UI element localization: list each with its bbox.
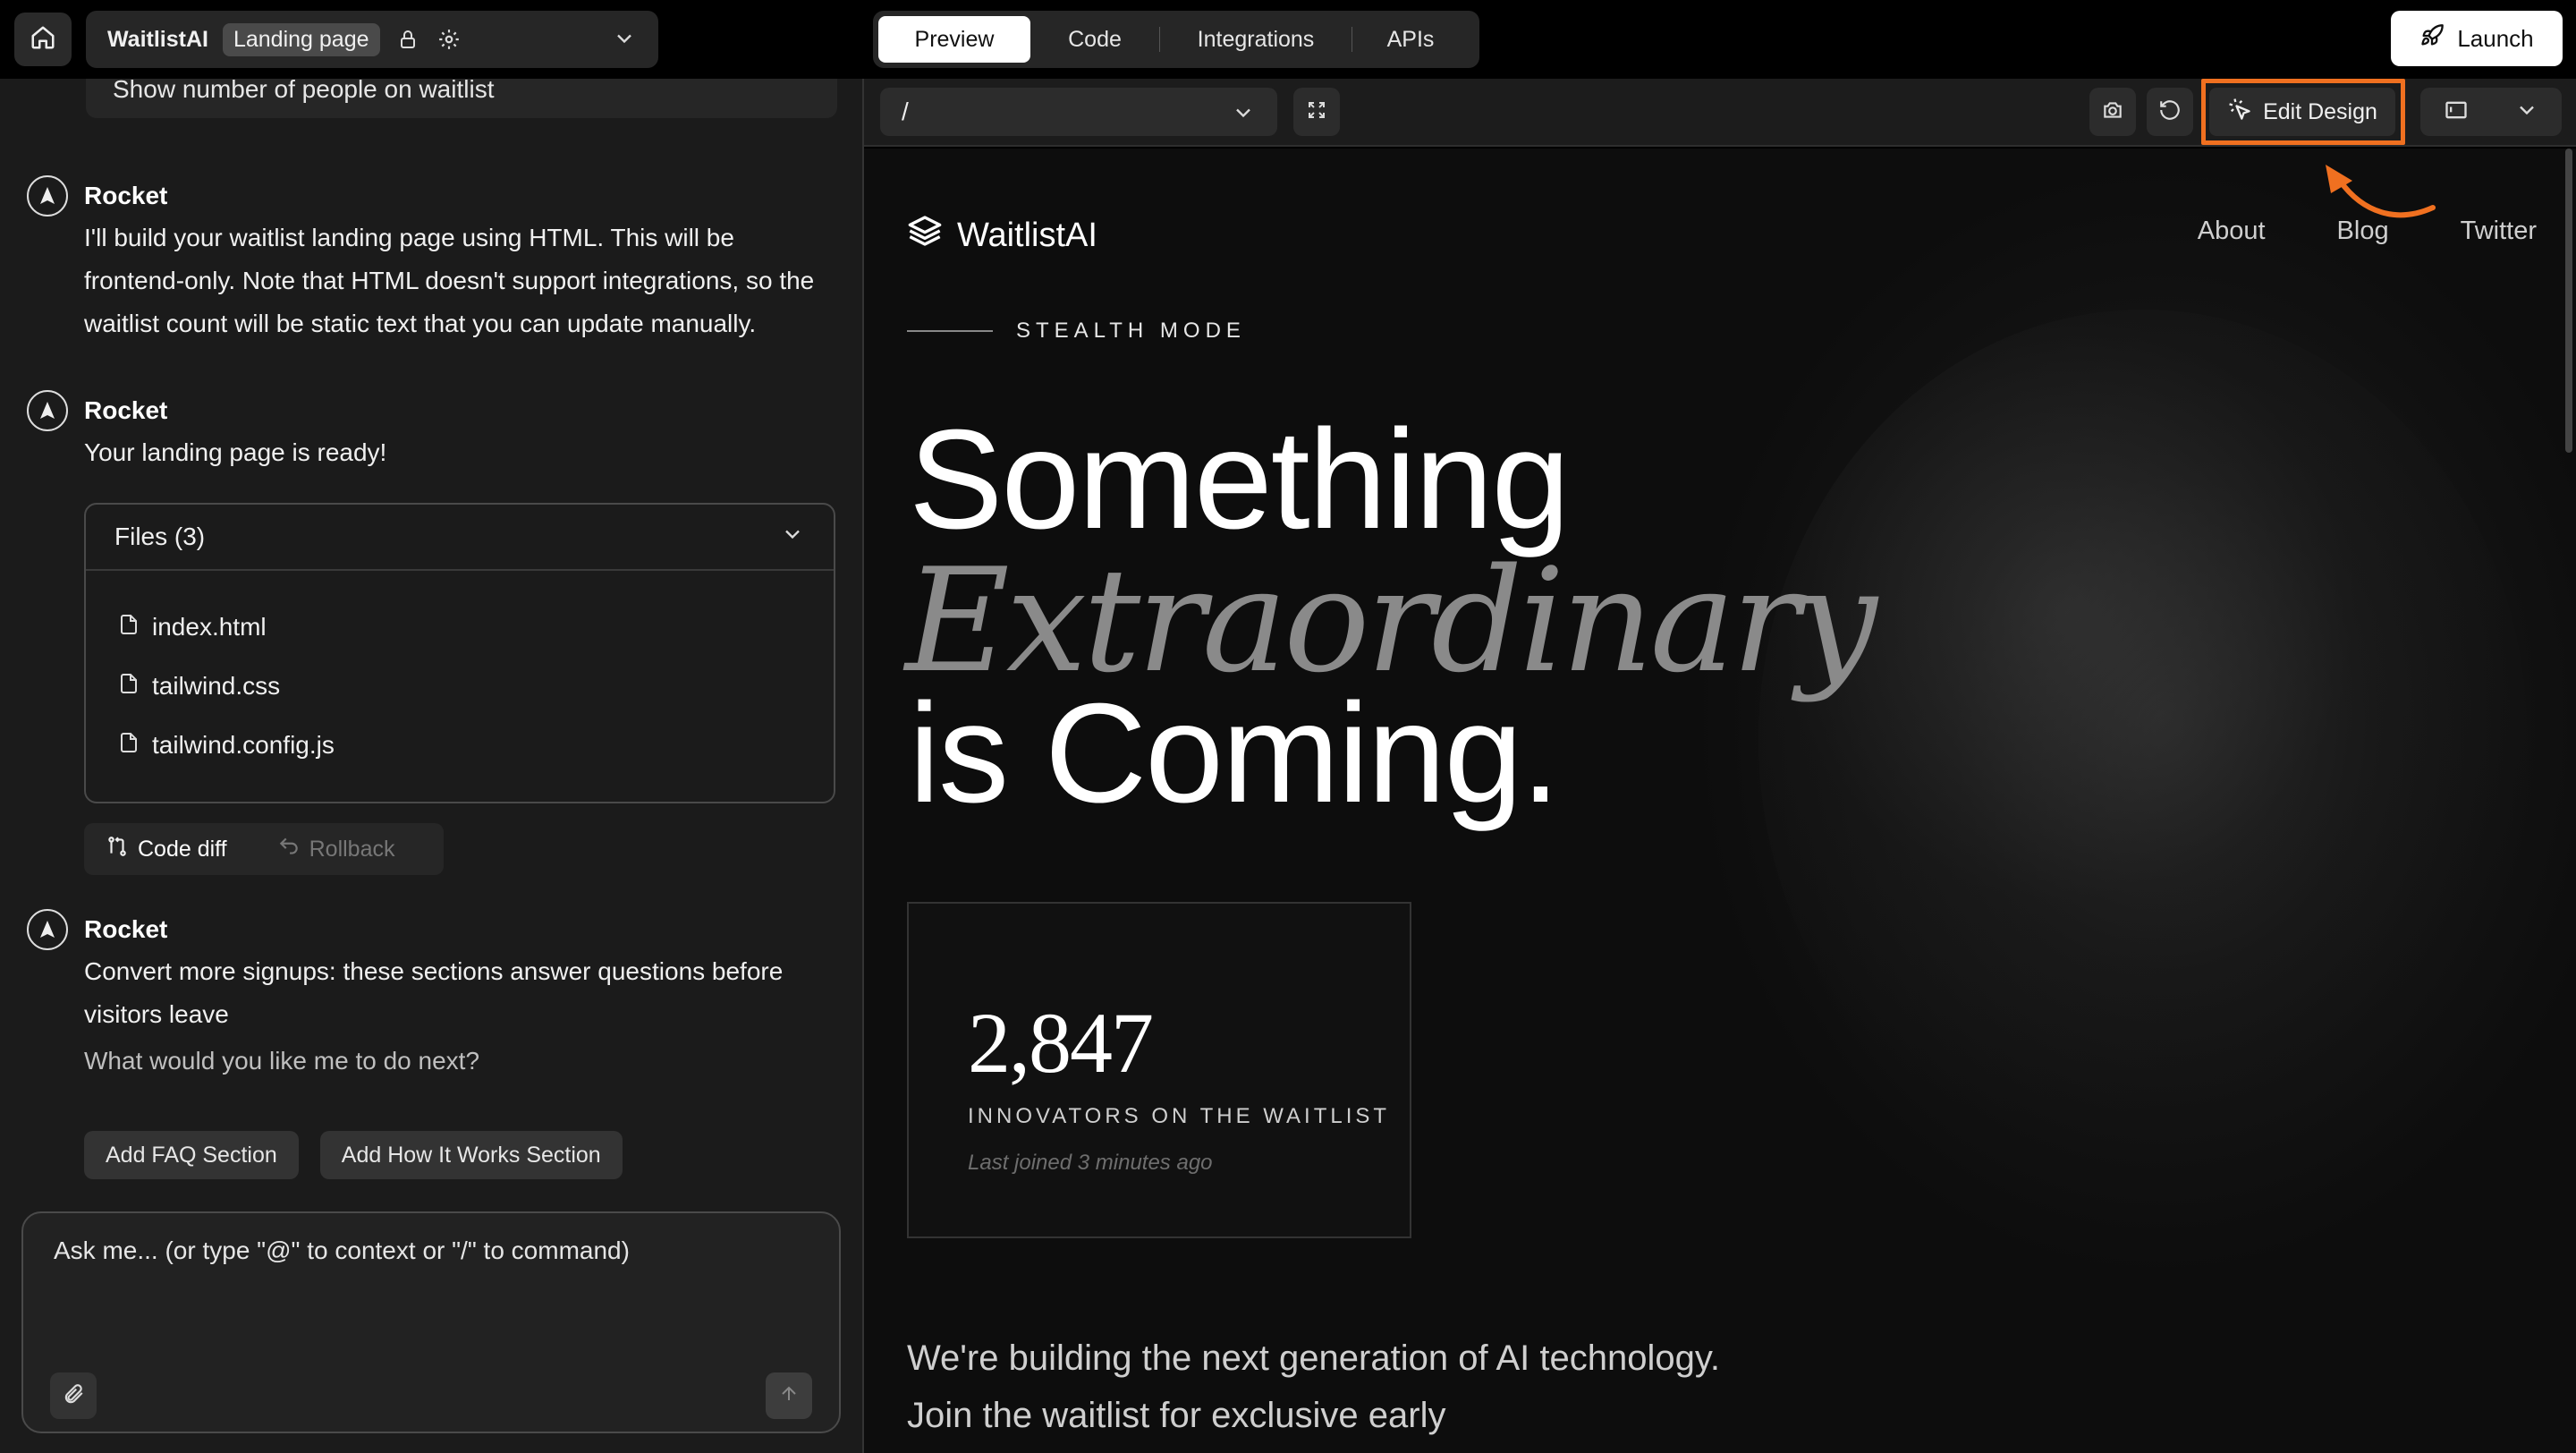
file-item[interactable]: tailwind.css [86, 657, 834, 716]
screenshot-button[interactable] [2089, 88, 2136, 136]
waitlist-count-label: INNOVATORS ON THE WAITLIST [968, 1104, 1391, 1128]
file-item[interactable]: index.html [86, 598, 834, 657]
assistant-message: Rocket I'll build your waitlist landing … [27, 175, 841, 345]
undo-icon [277, 835, 301, 864]
composer-input[interactable]: Ask me... (or type "@" to context or "/"… [54, 1236, 630, 1265]
tab-integrations[interactable]: Integrations [1160, 16, 1352, 63]
headline-line-3: is Coming. [909, 675, 1560, 832]
route-value: / [902, 98, 909, 125]
eyebrow-line [907, 330, 993, 332]
file-icon [118, 613, 140, 642]
message-text: Your landing page is ready! [84, 438, 387, 466]
file-item[interactable]: tailwind.config.js [86, 716, 834, 775]
site-logo-text: WaitlistAI [957, 216, 1097, 254]
top-bar: WaitlistAI Landing page Preview Code Int… [0, 0, 2576, 79]
tab-apis[interactable]: APIs [1352, 16, 1469, 63]
project-selector[interactable]: WaitlistAI Landing page [86, 11, 658, 68]
rocket-avatar [27, 175, 68, 217]
message-followup: What would you like me to do next? [84, 1047, 480, 1075]
waitlist-count: 2,847 [968, 995, 1154, 1091]
sender-name: Rocket [84, 182, 168, 209]
files-panel: Files (3) index.html tailwind.css tailwi… [84, 503, 835, 803]
gear-icon[interactable] [436, 26, 462, 53]
assistant-message: Rocket Convert more signups: these secti… [27, 909, 841, 1083]
sender-name: Rocket [84, 396, 168, 424]
file-icon [118, 672, 140, 701]
message-text: I'll build your waitlist landing page us… [84, 224, 815, 337]
waitlist-stat-card: 2,847 INNOVATORS ON THE WAITLIST Last jo… [907, 902, 1411, 1238]
rollback-label: Rollback [309, 836, 395, 862]
file-name: tailwind.css [152, 672, 281, 700]
project-tag: Landing page [222, 22, 380, 56]
nav-twitter-link[interactable]: Twitter [2461, 217, 2537, 246]
assistant-message: Rocket Your landing page is ready! [27, 390, 841, 474]
preview-scrollbar[interactable] [2565, 149, 2572, 453]
launch-label: Launch [2457, 24, 2534, 52]
message-text: Convert more signups: these sections ans… [84, 957, 784, 1028]
tab-preview[interactable]: Preview [878, 16, 1030, 63]
file-name: tailwind.config.js [152, 731, 335, 759]
lock-icon[interactable] [394, 26, 421, 53]
nav-blog-link[interactable]: Blog [2337, 217, 2389, 246]
site-preview: WaitlistAI About Blog Twitter STEALTH MO… [864, 149, 2576, 1453]
layers-icon [907, 213, 943, 258]
rollback-button[interactable]: Rollback [277, 835, 395, 864]
chevron-down-icon [780, 522, 805, 553]
viewport-selector[interactable] [2420, 88, 2562, 136]
chevron-down-icon [1231, 100, 1256, 132]
suggestion-how-it-works-button[interactable]: Add How It Works Section [319, 1131, 623, 1179]
attach-button[interactable] [50, 1372, 97, 1419]
fullscreen-button[interactable] [1293, 88, 1340, 136]
file-name: index.html [152, 613, 267, 641]
site-logo[interactable]: WaitlistAI [907, 213, 1097, 258]
previous-user-message: Show number of people on waitlist [86, 79, 837, 118]
paperclip-icon [62, 1382, 85, 1410]
files-header-label: Files (3) [114, 523, 206, 550]
code-diff-button[interactable]: Code diff [106, 835, 227, 864]
code-diff-label: Code diff [138, 836, 227, 862]
headline-line-1: Something [909, 401, 1570, 558]
suggestion-faq-button[interactable]: Add FAQ Section [84, 1131, 299, 1179]
sender-name: Rocket [84, 915, 168, 943]
arrow-up-icon [778, 1383, 800, 1409]
project-name: WaitlistAI [107, 26, 208, 52]
view-tabs: Preview Code Integrations APIs [873, 11, 1479, 68]
eyebrow-text: STEALTH MODE [1016, 319, 1246, 343]
chevron-down-icon [2514, 98, 2539, 127]
home-button[interactable] [14, 13, 72, 66]
chat-composer[interactable]: Ask me... (or type "@" to context or "/"… [21, 1211, 841, 1433]
refresh-button[interactable] [2147, 88, 2193, 136]
site-nav: About Blog Twitter [2198, 217, 2537, 246]
tab-code[interactable]: Code [1030, 16, 1159, 63]
nav-about-link[interactable]: About [2198, 217, 2266, 246]
suggestion-chips: Add FAQ Section Add How It Works Section [84, 1131, 623, 1179]
launch-button[interactable]: Launch [2391, 11, 2563, 66]
camera-icon [2101, 98, 2124, 126]
preview-toolbar: / Edit Design [864, 79, 2576, 147]
expand-icon [1306, 99, 1327, 125]
rocket-avatar [27, 390, 68, 431]
site-description: We're building the next generation of AI… [907, 1338, 1720, 1435]
chevron-down-icon[interactable] [612, 26, 637, 55]
screen-icon [2444, 98, 2469, 127]
edit-design-highlight [2201, 79, 2405, 145]
refresh-icon [2158, 98, 2182, 126]
eyebrow: STEALTH MODE [907, 319, 1246, 344]
message-actions: Code diff Rollback [84, 823, 444, 875]
route-select[interactable]: / [880, 88, 1277, 136]
chat-panel: Show number of people on waitlist Rocket… [0, 79, 862, 1453]
particle-globe [1758, 310, 2528, 1168]
diff-icon [106, 835, 129, 864]
files-header[interactable]: Files (3) [86, 505, 834, 571]
rocket-icon [2419, 23, 2445, 55]
file-icon [118, 731, 140, 760]
rocket-avatar [27, 909, 68, 950]
last-joined-text: Last joined 3 minutes ago [968, 1151, 1213, 1175]
send-button[interactable] [766, 1372, 812, 1419]
headline-line-2: Extraordinary [905, 537, 1877, 704]
home-icon [30, 24, 56, 55]
